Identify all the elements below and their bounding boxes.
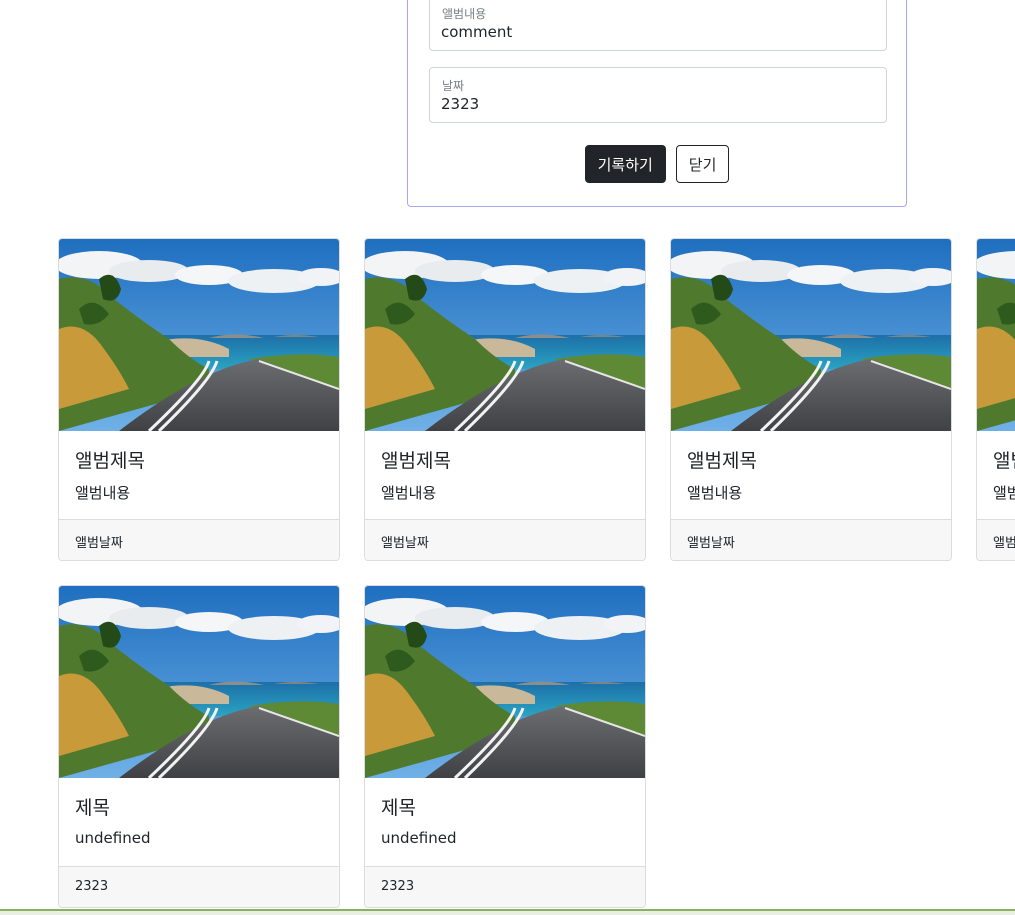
- album-photo: [59, 586, 339, 778]
- card-text: undefined: [75, 829, 151, 847]
- comment-label: 앨범내용: [442, 7, 487, 21]
- card-footer: 앨범날짜: [977, 519, 1015, 560]
- date-label: 날짜: [442, 79, 465, 93]
- card-title: 제목: [381, 797, 416, 819]
- card-text: 앨범내용: [687, 484, 743, 502]
- close-button[interactable]: 닫기: [675, 145, 730, 183]
- card-footer: 2323: [59, 866, 339, 907]
- card-title: 앨범제목: [75, 450, 145, 472]
- form-button-row: 기록하기 닫기: [408, 145, 906, 183]
- card-date: 앨범날짜: [687, 536, 735, 551]
- album-card[interactable]: 앨범제목 앨범내용 앨범날짜: [58, 238, 340, 561]
- card-date: 앨범날짜: [75, 536, 123, 551]
- submit-button[interactable]: 기록하기: [584, 145, 666, 183]
- album-photo: [59, 239, 339, 431]
- album-card[interactable]: 제목 undefined 2323: [364, 585, 646, 908]
- album-card[interactable]: 앨범제목 앨범내용 앨범날짜: [976, 238, 1015, 561]
- album-photo: [365, 586, 645, 778]
- card-title: 제목: [75, 797, 110, 819]
- album-photo: [977, 239, 1015, 431]
- card-title: 앨범제목: [687, 450, 757, 472]
- card-date: 앨범날짜: [381, 536, 429, 551]
- album-card[interactable]: 제목 undefined 2323: [58, 585, 340, 908]
- date-field[interactable]: 날짜: [429, 67, 887, 123]
- card-footer: 2323: [365, 866, 645, 907]
- card-date: 2323: [75, 879, 109, 894]
- card-title: 앨범제목: [381, 450, 451, 472]
- album-form-panel: 앨범내용 날짜 기록하기 닫기: [407, 0, 907, 207]
- card-footer: 앨범날짜: [365, 519, 645, 560]
- card-text: 앨범내용: [381, 484, 437, 502]
- card-text: undefined: [381, 829, 457, 847]
- card-footer: 앨범날짜: [671, 519, 951, 560]
- taskbar-edge: [0, 909, 1015, 915]
- album-card[interactable]: 앨범제목 앨범내용 앨범날짜: [364, 238, 646, 561]
- card-text: 앨범내용: [75, 484, 131, 502]
- album-photo: [671, 239, 951, 431]
- card-text: 앨범내용: [993, 484, 1015, 502]
- date-input[interactable]: [441, 95, 861, 113]
- card-date: 앨범날짜: [993, 536, 1015, 551]
- comment-field[interactable]: 앨범내용: [429, 0, 887, 51]
- album-card[interactable]: 앨범제목 앨범내용 앨범날짜: [670, 238, 952, 561]
- card-title: 앨범제목: [993, 450, 1015, 472]
- card-footer: 앨범날짜: [59, 519, 339, 560]
- album-page: 앨범내용 날짜 기록하기 닫기 앨범제목 앨범내용 앨범날짜 앨범제목 앨범내용…: [0, 0, 1015, 915]
- comment-input[interactable]: [441, 23, 861, 41]
- card-date: 2323: [381, 879, 415, 894]
- album-photo: [365, 239, 645, 431]
